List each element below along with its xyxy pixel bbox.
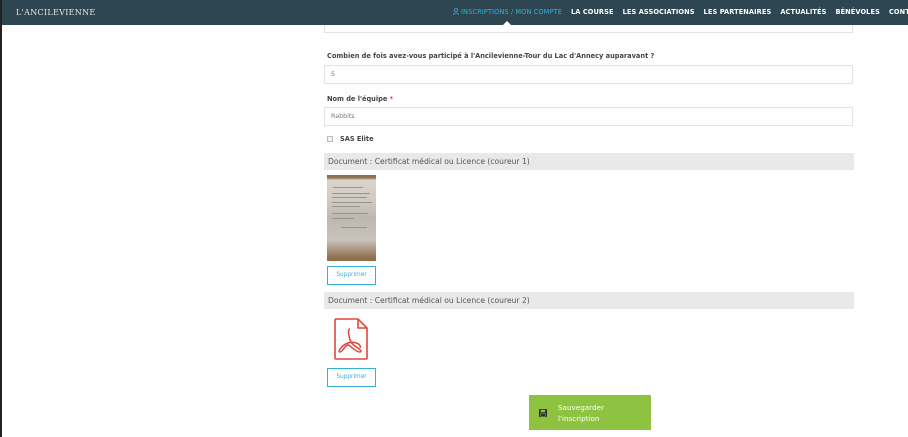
nav-item-la-course[interactable]: LA COURSE [571,0,614,25]
participation-input[interactable]: 5 [324,65,853,84]
sas-elite-row[interactable]: SAS Elite [327,135,374,143]
doc1-delete-button[interactable]: Supprimer [327,266,376,285]
nav-item-label: INSCRIPTIONS / MON COMPTE [461,8,562,16]
main-nav: INSCRIPTIONS / MON COMPTE LA COURSE LES … [453,0,908,25]
nav-item-actualites[interactable]: ACTUALITÉS [780,0,826,25]
team-label-text: Nom de l'équipe [327,95,388,103]
nav-item-benevoles[interactable]: BÉNÉVOLES [835,0,880,25]
team-label: Nom de l'équipe * [327,95,393,103]
pdf-file-icon[interactable] [334,318,368,360]
nav-item-partenaires[interactable]: LES PARTENAIRES [704,0,772,25]
save-disk-icon [539,409,547,417]
doc1-section-title: Document : Certificat médical ou Licence… [324,153,854,170]
sas-elite-checkbox[interactable] [327,136,333,142]
doc1-thumbnail[interactable] [327,175,376,261]
nav-item-contact[interactable]: CONTA [889,0,908,25]
previous-field-edge [324,25,853,33]
participation-label: Combien de fois avez-vous participé à l'… [327,52,655,60]
nav-item-associations[interactable]: LES ASSOCIATIONS [623,0,695,25]
doc2-delete-button[interactable]: Supprimer [327,368,376,387]
save-button-label: Sauvegarder l'inscription [558,403,604,423]
save-registration-button[interactable]: Sauvegarder l'inscription [529,395,651,430]
doc2-section-title: Document : Certificat médical ou Licence… [324,292,854,309]
site-logo[interactable]: L'ANCILEVIENNE [16,8,96,17]
nav-item-inscriptions[interactable]: INSCRIPTIONS / MON COMPTE [453,0,562,25]
team-name-input[interactable]: Rabbits [324,107,853,126]
site-header: L'ANCILEVIENNE INSCRIPTIONS / MON COMPTE… [2,0,908,25]
sas-elite-label: SAS Elite [340,135,374,143]
required-marker: * [389,95,394,103]
user-icon [453,8,459,15]
